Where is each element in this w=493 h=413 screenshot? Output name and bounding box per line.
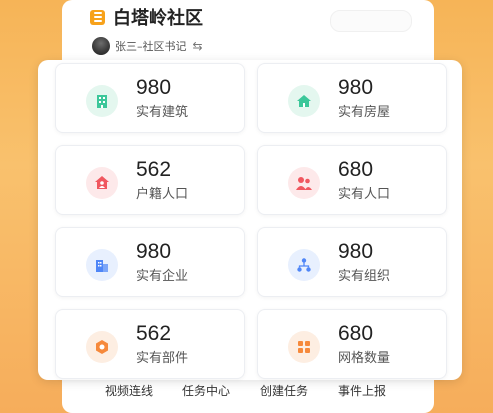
video-call-link[interactable]: 视频连线	[105, 382, 153, 399]
page-header: 白塔岭社区	[90, 4, 203, 30]
stat-card-components[interactable]: 562 实有部件	[55, 309, 245, 379]
avatar	[92, 37, 110, 55]
grid-icon	[288, 331, 320, 363]
stat-value: 562	[136, 322, 172, 345]
user-name: 张三–社区书记	[115, 40, 187, 53]
stat-label: 实有房屋	[338, 105, 391, 120]
enterprise-icon	[86, 249, 118, 281]
stat-card-buildings[interactable]: 980 实有建筑	[55, 63, 245, 133]
user-info[interactable]: 张三–社区书记 ⇆	[92, 37, 203, 55]
stat-label: 网格数量	[338, 351, 391, 366]
community-title: 白塔岭社区	[113, 8, 203, 29]
people-icon	[288, 167, 320, 199]
stat-value: 680	[338, 322, 374, 345]
bottom-quick-actions: 视频连线 任务中心 创建任务 事件上报	[0, 382, 493, 400]
stat-card-enterprises[interactable]: 980 实有企业	[55, 227, 245, 297]
household-icon	[86, 167, 118, 199]
component-icon	[86, 331, 118, 363]
document-icon	[90, 9, 105, 25]
stat-card-actual-population[interactable]: 680 实有人口	[257, 145, 447, 215]
stat-value: 980	[136, 76, 172, 99]
organization-icon	[288, 249, 320, 281]
stat-label: 实有组织	[338, 269, 391, 284]
stat-card-houses[interactable]: 980 实有房屋	[257, 63, 447, 133]
task-center-link[interactable]: 任务中心	[182, 382, 230, 399]
header-action-pill[interactable]	[330, 10, 412, 32]
stats-panel: 980 实有建筑 980 实有房屋 562 户籍人口 680 实有人口 980 …	[38, 60, 462, 380]
stat-value: 980	[136, 240, 172, 263]
stat-value: 562	[136, 158, 172, 181]
stat-card-organizations[interactable]: 980 实有组织	[257, 227, 447, 297]
stat-label: 实有人口	[338, 187, 391, 202]
create-task-link[interactable]: 创建任务	[260, 382, 308, 399]
building-icon	[86, 85, 118, 117]
switch-icon[interactable]: ⇆	[193, 39, 203, 53]
stat-value: 980	[338, 240, 374, 263]
house-icon	[288, 85, 320, 117]
stat-value: 980	[338, 76, 374, 99]
stat-card-registered-population[interactable]: 562 户籍人口	[55, 145, 245, 215]
stat-label: 实有企业	[136, 269, 189, 284]
stat-value: 680	[338, 158, 374, 181]
report-event-link[interactable]: 事件上报	[338, 382, 386, 399]
stat-card-grids[interactable]: 680 网格数量	[257, 309, 447, 379]
stat-label: 实有部件	[136, 351, 189, 366]
stat-label: 实有建筑	[136, 105, 189, 120]
stat-label: 户籍人口	[136, 187, 189, 202]
